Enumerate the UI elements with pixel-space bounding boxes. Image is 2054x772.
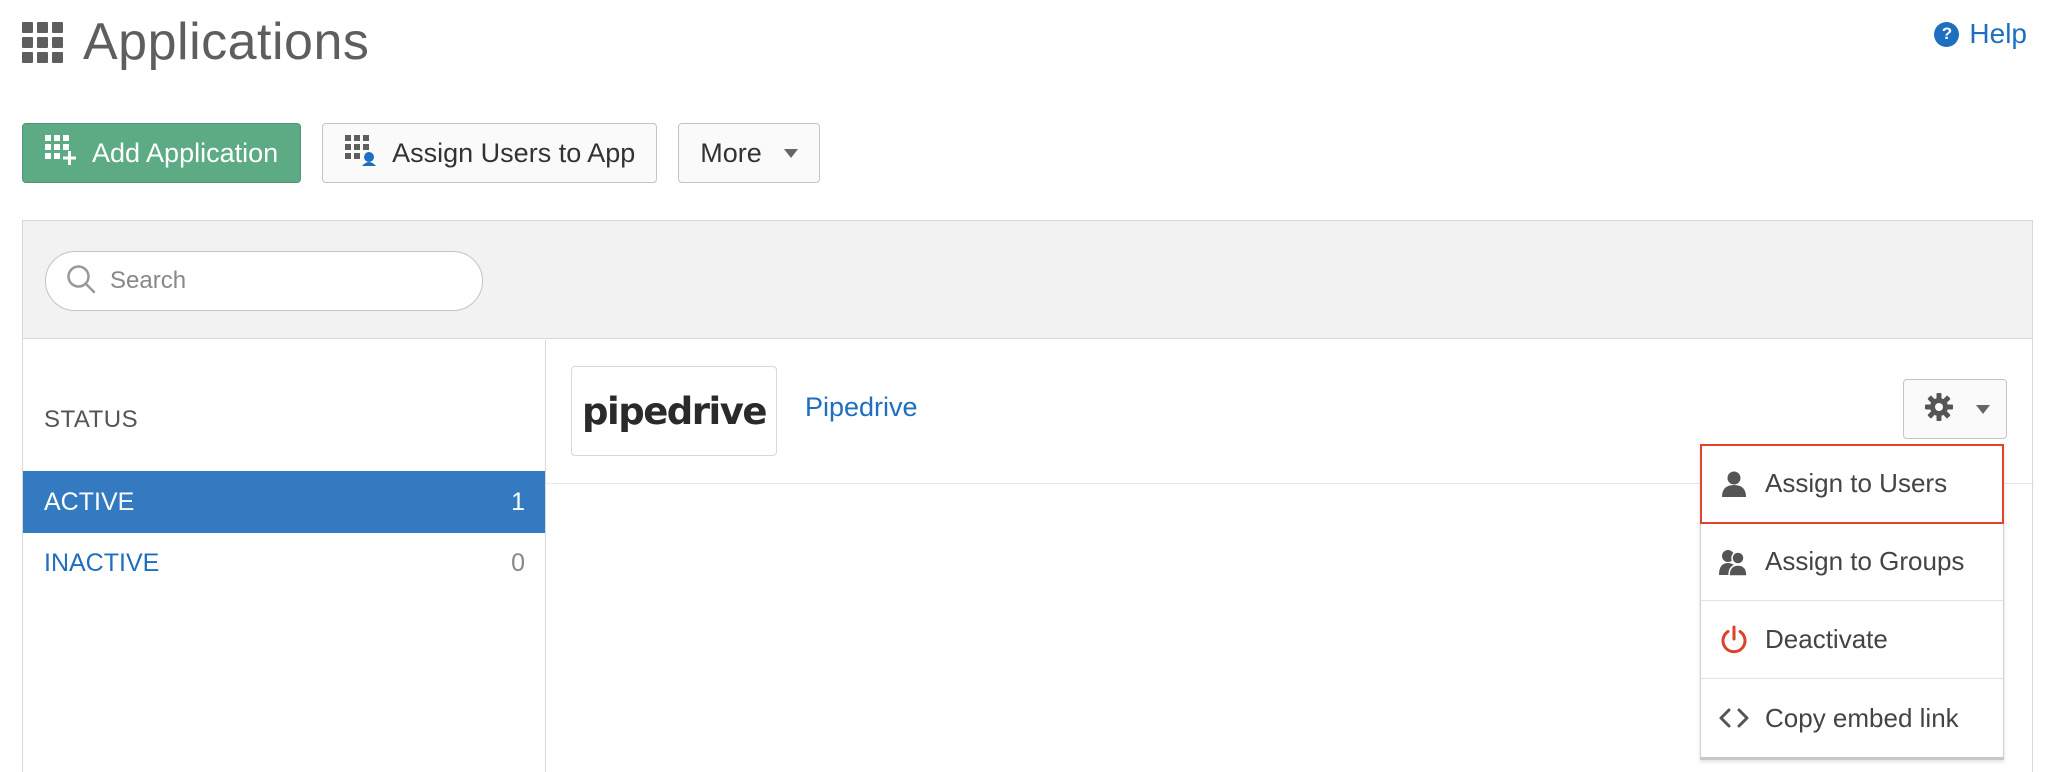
app-logo-text: pipedrive [582, 389, 767, 433]
assign-users-to-app-label: Assign Users to App [392, 137, 636, 168]
search-input[interactable] [110, 267, 450, 295]
code-icon [1719, 707, 1749, 729]
menu-item-copy-embed-link[interactable]: Copy embed link [1701, 679, 2003, 757]
app-logo[interactable]: pipedrive [571, 366, 777, 456]
add-application-button[interactable]: Add Application [22, 123, 302, 183]
toolbar: Add Application Assign Users to App More [22, 123, 820, 183]
app-settings-button[interactable] [1903, 379, 2007, 439]
status-filter-active[interactable]: ACTIVE 1 [23, 471, 545, 533]
gear-icon [1924, 392, 1954, 427]
status-sidebar: STATUS ACTIVE 1 INACTIVE 0 [23, 340, 546, 772]
group-icon [1719, 548, 1749, 576]
menu-item-deactivate[interactable]: Deactivate [1701, 601, 2003, 679]
apps-grid-icon [22, 21, 63, 63]
menu-item-label: Copy embed link [1765, 702, 1959, 733]
status-filter-label: INACTIVE [44, 548, 160, 577]
assign-users-to-app-button[interactable]: Assign Users to App [322, 123, 658, 183]
chevron-down-icon [783, 148, 798, 158]
status-filter-count: 1 [511, 487, 525, 516]
app-name-link[interactable]: Pipedrive [805, 392, 918, 423]
more-label: More [700, 137, 762, 168]
help-label: Help [1969, 18, 2027, 49]
status-filter-label: ACTIVE [44, 487, 135, 516]
menu-item-label: Assign to Groups [1765, 546, 1965, 576]
user-icon [1719, 470, 1749, 498]
chevron-down-icon [1976, 404, 1990, 414]
menu-item-label: Assign to Users [1765, 468, 1948, 498]
add-application-label: Add Application [92, 137, 279, 168]
search-icon [66, 264, 96, 299]
status-filter-inactive[interactable]: INACTIVE 0 [23, 532, 545, 594]
menu-item-assign-to-users[interactable]: Assign to Users [1700, 444, 2004, 524]
status-filter-count: 0 [511, 548, 525, 577]
status-heading: STATUS [44, 406, 139, 433]
search-bar [23, 221, 2032, 339]
more-dropdown-button[interactable]: More [678, 123, 820, 183]
search-box[interactable] [45, 251, 483, 311]
menu-item-assign-to-groups[interactable]: Assign to Groups [1701, 523, 2003, 601]
menu-item-label: Deactivate [1765, 624, 1888, 654]
page-header: Applications [22, 10, 369, 74]
assign-app-grid-icon [344, 133, 378, 174]
power-icon [1719, 625, 1749, 655]
page-title: Applications [83, 13, 370, 71]
app-actions-menu: Assign to Users Assign to Groups Deactiv… [1700, 444, 2004, 760]
add-app-grid-icon [44, 133, 78, 174]
help-icon: ? [1934, 21, 1960, 47]
help-link[interactable]: ? Help [1934, 18, 2027, 50]
